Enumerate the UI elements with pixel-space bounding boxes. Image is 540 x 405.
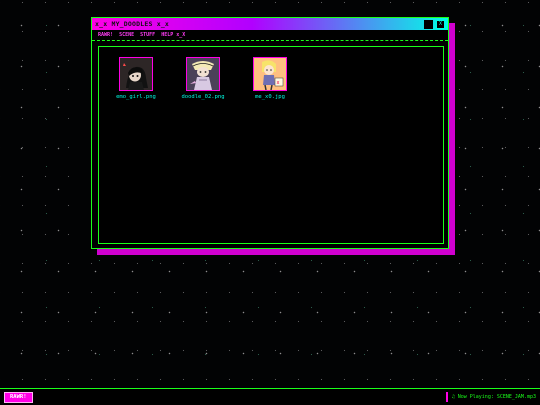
svg-text:x: x <box>277 80 280 86</box>
menu-item-rawr[interactable]: RAWR! <box>98 32 113 38</box>
doodle-thumbnail-art <box>187 58 219 90</box>
file-name-selfie: me_x0.jpg <box>255 94 285 100</box>
file-item-doodle[interactable]: doodle_02.png <box>173 57 233 100</box>
taskbar: RAWR! ♫ Now Playing: SCENE_JAM.mp3 <box>0 388 540 405</box>
emo-girl-thumbnail[interactable] <box>119 57 153 91</box>
file-name-doodle: doodle_02.png <box>181 94 225 100</box>
file-area: emo_girl.png doodle_02.png x me_x0.jpg <box>98 46 444 244</box>
menu-item-help[interactable]: HELP x_X <box>161 32 185 38</box>
start-button[interactable]: RAWR! <box>4 392 33 403</box>
close-button[interactable]: X <box>436 19 445 29</box>
menu-item-scene[interactable]: SCENE <box>119 32 134 38</box>
file-item-selfie[interactable]: x me_x0.jpg <box>240 57 300 100</box>
window-title: x_x MY_DOODLES x_x <box>95 20 170 28</box>
menu-item-stuff[interactable]: STUFF <box>140 32 155 38</box>
menu-bar: RAWR! SCENE STUFF HELP x_X <box>92 30 448 41</box>
file-name-emo-girl: emo_girl.png <box>116 94 156 100</box>
doodles-window: x_x MY_DOODLES x_x X RAWR! SCENE STUFF H… <box>91 17 449 249</box>
window-titlebar[interactable]: x_x MY_DOODLES x_x X <box>92 18 448 30</box>
window-controls: X <box>424 19 445 29</box>
music-note-icon: ♫ <box>451 394 455 400</box>
emo-girl-thumbnail-art <box>120 58 152 90</box>
selfie-thumbnail-art: x <box>254 58 286 90</box>
minimize-button[interactable] <box>424 19 433 29</box>
selfie-thumbnail[interactable]: x <box>253 57 287 91</box>
doodle-thumbnail[interactable] <box>186 57 220 91</box>
now-playing[interactable]: ♫ Now Playing: SCENE_JAM.mp3 <box>445 392 536 402</box>
file-item-emo-girl[interactable]: emo_girl.png <box>106 57 166 100</box>
now-playing-text: Now Playing: SCENE_JAM.mp3 <box>457 394 536 400</box>
